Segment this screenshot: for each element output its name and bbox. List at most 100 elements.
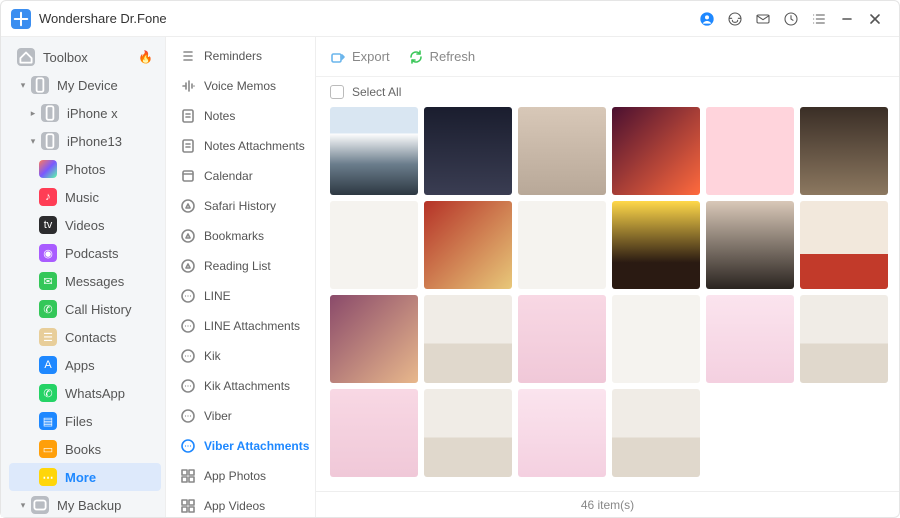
sidebar-messages[interactable]: ✉Messages	[9, 267, 161, 295]
category-notes-attachments[interactable]: Notes Attachments	[170, 131, 311, 161]
category-line-attachments[interactable]: LINE Attachments	[170, 311, 311, 341]
select-all-checkbox[interactable]	[330, 85, 344, 99]
chevron-down-icon: ▾	[17, 500, 29, 511]
close-button[interactable]	[861, 5, 889, 33]
category-calendar[interactable]: Calendar	[170, 161, 311, 191]
sidebar-apps[interactable]: A Apps	[9, 351, 161, 379]
label: LINE	[204, 289, 231, 303]
history-icon[interactable]	[777, 5, 805, 33]
refresh-icon	[408, 49, 424, 65]
thumbnail[interactable]	[424, 107, 512, 195]
category-reading-list[interactable]: Reading List	[170, 251, 311, 281]
label: Notes	[204, 109, 235, 123]
label: iPhone13	[67, 134, 153, 149]
app-logo	[11, 9, 31, 29]
sidebar-my-device[interactable]: ▾ My Device	[9, 71, 161, 99]
sidebar-call-history[interactable]: ✆Call History	[9, 295, 161, 323]
contacts-icon: ☰	[39, 328, 57, 346]
category-notes[interactable]: Notes	[170, 101, 311, 131]
category-app-videos[interactable]: App Videos	[170, 491, 311, 517]
thumbnail[interactable]	[518, 389, 606, 477]
sidebar-books[interactable]: ▭Books	[9, 435, 161, 463]
notes-att-icon	[180, 138, 196, 154]
sidebar-my-backup[interactable]: ▾ My Backup	[9, 491, 161, 517]
category-kik-attachments[interactable]: Kik Attachments	[170, 371, 311, 401]
sidebar-music[interactable]: ♪Music	[9, 183, 161, 211]
chevron-right-icon: ▸	[27, 108, 39, 119]
label: Music	[65, 190, 153, 205]
thumbnail[interactable]	[612, 201, 700, 289]
category-reminders[interactable]: Reminders	[170, 41, 311, 71]
thumbnail[interactable]	[330, 295, 418, 383]
sidebar-toolbox[interactable]: Toolbox 🔥	[9, 43, 161, 71]
category-safari-history[interactable]: Safari History	[170, 191, 311, 221]
apps-icon: A	[39, 356, 57, 374]
fire-icon: 🔥	[138, 50, 153, 64]
sidebar-whatsapp[interactable]: ✆WhatsApp	[9, 379, 161, 407]
list-icon[interactable]	[805, 5, 833, 33]
thumbnail[interactable]	[706, 295, 794, 383]
toolbox-icon	[17, 48, 35, 66]
line-att-icon	[180, 318, 196, 334]
label: iPhone x	[67, 106, 153, 121]
label: Kik Attachments	[204, 379, 290, 393]
minimize-button[interactable]	[833, 5, 861, 33]
thumbnail[interactable]	[800, 295, 888, 383]
kik-icon	[180, 348, 196, 364]
label: My Backup	[57, 498, 153, 513]
category-bookmarks[interactable]: Bookmarks	[170, 221, 311, 251]
thumbnail[interactable]	[518, 107, 606, 195]
thumbnail[interactable]	[330, 201, 418, 289]
sidebar-iphone-x[interactable]: ▸ iPhone x	[9, 99, 161, 127]
thumbnail[interactable]	[800, 107, 888, 195]
thumbnail[interactable]	[612, 389, 700, 477]
thumbnail[interactable]	[518, 295, 606, 383]
label: Videos	[65, 218, 153, 233]
thumbnail-grid	[330, 107, 885, 477]
thumbnail[interactable]	[330, 107, 418, 195]
support-icon[interactable]	[721, 5, 749, 33]
mail-icon[interactable]	[749, 5, 777, 33]
thumbnail[interactable]	[424, 295, 512, 383]
sidebar-videos[interactable]: tvVideos	[9, 211, 161, 239]
thumbnail[interactable]	[706, 201, 794, 289]
category-line[interactable]: LINE	[170, 281, 311, 311]
titlebar: Wondershare Dr.Fone	[1, 1, 899, 37]
select-all-row[interactable]: Select All	[316, 77, 899, 107]
thumbnail[interactable]	[706, 107, 794, 195]
sidebar-photos[interactable]: Photos	[9, 155, 161, 183]
sidebar-more[interactable]: ⋯More	[9, 463, 161, 491]
status-bar: 46 item(s)	[316, 491, 899, 517]
label: Reading List	[204, 259, 271, 273]
thumbnail[interactable]	[424, 389, 512, 477]
sidebar-iphone13[interactable]: ▾ iPhone13	[9, 127, 161, 155]
app-photos-icon	[180, 468, 196, 484]
sidebar-files[interactable]: ▤Files	[9, 407, 161, 435]
chevron-down-icon: ▾	[27, 136, 39, 147]
sidebar-podcasts[interactable]: ◉Podcasts	[9, 239, 161, 267]
thumbnail[interactable]	[330, 389, 418, 477]
reminders-icon	[180, 48, 196, 64]
thumbnail[interactable]	[612, 107, 700, 195]
export-button[interactable]: Export	[330, 49, 390, 65]
thumbnail[interactable]	[612, 295, 700, 383]
label: Messages	[65, 274, 153, 289]
sidebar-contacts[interactable]: ☰Contacts	[9, 323, 161, 351]
label: Refresh	[430, 49, 476, 64]
category-kik[interactable]: Kik	[170, 341, 311, 371]
label: Notes Attachments	[204, 139, 305, 153]
category-voice-memos[interactable]: Voice Memos	[170, 71, 311, 101]
category-viber-attachments[interactable]: Viber Attachments	[170, 431, 311, 461]
label: Apps	[65, 358, 153, 373]
account-icon[interactable]	[693, 5, 721, 33]
thumbnail[interactable]	[800, 201, 888, 289]
thumbnail[interactable]	[518, 201, 606, 289]
kik-att-icon	[180, 378, 196, 394]
thumbnail[interactable]	[424, 201, 512, 289]
more-icon: ⋯	[39, 468, 57, 486]
category-viber[interactable]: Viber	[170, 401, 311, 431]
label: Safari History	[204, 199, 276, 213]
refresh-button[interactable]: Refresh	[408, 49, 476, 65]
label: My Device	[57, 78, 153, 93]
category-app-photos[interactable]: App Photos	[170, 461, 311, 491]
